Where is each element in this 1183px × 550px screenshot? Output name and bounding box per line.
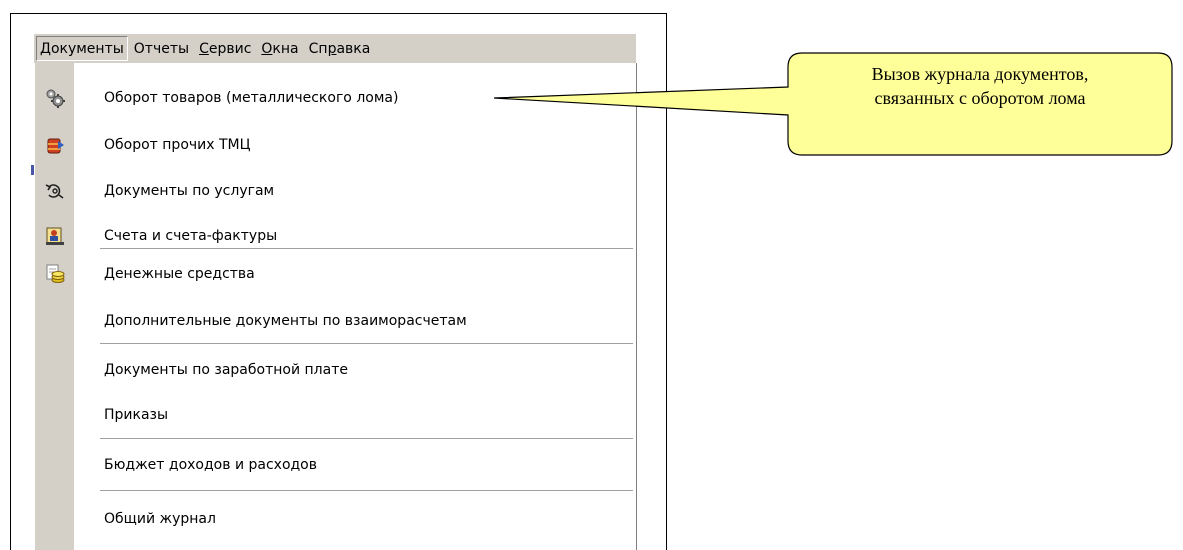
callout-text: Вызов журнала документов, связанных с об…: [790, 62, 1170, 110]
menu-item-general-journal[interactable]: Общий журнал: [36, 504, 636, 534]
barrel-icon: [45, 135, 65, 155]
menu-item-services[interactable]: Документы по услугам: [36, 176, 636, 206]
callout-line-1: Вызов журнала документов,: [871, 64, 1089, 84]
menu-documents[interactable]: Документы: [36, 36, 128, 61]
menu-item-label: Общий журнал: [104, 511, 216, 527]
menu-separator: [100, 438, 633, 440]
menu-item-payroll[interactable]: Документы по заработной плате: [36, 355, 636, 385]
menu-item-invoices[interactable]: Счета и счета-фактуры: [36, 221, 636, 251]
invoice-person-icon: [45, 226, 65, 246]
menu-separator: [100, 248, 633, 250]
menu-item-budget[interactable]: Бюджет доходов и расходов: [36, 450, 636, 480]
menu-item-additional-settlements[interactable]: Дополнительные документы по взаиморасчет…: [36, 306, 636, 336]
menu-item-cash[interactable]: Денежные средства: [36, 259, 636, 289]
callout-line-2: связанных с оборотом лома: [874, 88, 1086, 108]
menu-item-label: Приказы: [104, 407, 169, 423]
menu-item-label: Оборот прочих ТМЦ: [104, 137, 251, 153]
window-edge-mark: [31, 165, 34, 175]
menu-item-label: Денежные средства: [104, 266, 255, 282]
menu-item-label: Документы по услугам: [104, 183, 275, 199]
menu-reports[interactable]: Отчеты: [130, 36, 193, 61]
menu-service[interactable]: Сервис: [195, 36, 255, 61]
menu-separator: [100, 490, 633, 492]
menu-separator: [100, 343, 633, 345]
menu-item-label: Оборот товаров (металлического лома): [104, 90, 399, 106]
menu-help[interactable]: Справка: [305, 36, 375, 61]
service-arrows-icon: [45, 181, 65, 201]
menu-windows[interactable]: Окна: [257, 36, 302, 61]
menu-item-label: Дополнительные документы по взаиморасчет…: [104, 313, 467, 329]
menu-item-label: Счета и счета-фактуры: [104, 228, 278, 244]
coins-document-icon: [45, 264, 65, 284]
gears-icon: [45, 88, 65, 108]
menu-item-orders[interactable]: Приказы: [36, 400, 636, 430]
menu-item-label: Бюджет доходов и расходов: [104, 457, 318, 473]
menu-item-label: Документы по заработной плате: [104, 362, 348, 378]
